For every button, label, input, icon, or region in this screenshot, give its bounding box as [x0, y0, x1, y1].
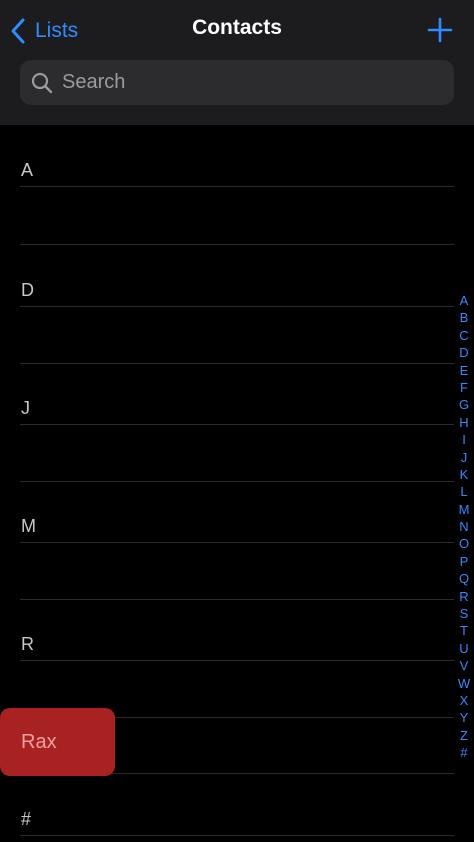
back-label: Lists [35, 19, 79, 42]
alphabet-index[interactable]: A B C D E F G H I J K L M N O P Q R S T … [452, 292, 474, 762]
section-letter: R [21, 634, 34, 654]
contact-row[interactable] [20, 425, 454, 482]
section-header-a: A [20, 125, 454, 187]
index-letter[interactable]: K [460, 466, 469, 483]
contact-row[interactable] [20, 543, 454, 600]
index-letter[interactable]: O [459, 535, 469, 552]
section-letter: D [21, 280, 34, 300]
contacts-screen: Lists Contacts A D J [0, 0, 474, 842]
index-letter[interactable]: I [462, 431, 466, 448]
index-letter[interactable]: H [459, 414, 468, 431]
search-icon [31, 72, 53, 93]
chevron-left-icon [11, 18, 25, 44]
index-letter[interactable]: G [459, 396, 469, 413]
section-header-r: R [20, 599, 454, 661]
contact-row[interactable] [20, 188, 454, 245]
navigation-header: Lists Contacts [0, 0, 474, 125]
index-letter[interactable]: U [459, 640, 468, 657]
index-letter[interactable]: Y [460, 709, 469, 726]
dragged-contact-tile[interactable]: Rax [0, 708, 115, 776]
index-letter[interactable]: F [460, 379, 468, 396]
section-header-d: D [20, 245, 454, 307]
contact-row[interactable] [20, 307, 454, 364]
index-letter[interactable]: D [459, 344, 468, 361]
index-letter[interactable]: A [460, 292, 469, 309]
index-letter[interactable]: C [459, 327, 468, 344]
section-letter: # [21, 809, 32, 829]
index-letter[interactable]: # [460, 744, 467, 761]
section-header-j: J [20, 363, 454, 425]
index-letter[interactable]: R [459, 588, 468, 605]
search-bar[interactable] [20, 60, 454, 105]
index-letter[interactable]: M [459, 501, 470, 518]
index-letter[interactable]: S [460, 605, 469, 622]
section-letter: M [21, 516, 36, 536]
index-letter[interactable]: T [460, 622, 468, 639]
index-letter[interactable]: L [460, 483, 467, 500]
back-button[interactable]: Lists [8, 14, 78, 48]
section-letter: J [21, 398, 30, 418]
section-letter: A [21, 160, 34, 180]
index-letter[interactable]: N [459, 518, 468, 535]
index-letter[interactable]: Q [459, 570, 469, 587]
index-letter[interactable]: W [458, 675, 470, 692]
index-letter[interactable]: P [460, 553, 469, 570]
add-contact-button[interactable] [426, 16, 454, 44]
section-header-m: M [20, 481, 454, 543]
search-input[interactable] [60, 70, 444, 95]
dragged-contact-name: Rax [21, 730, 57, 753]
index-letter[interactable]: X [460, 692, 469, 709]
index-letter[interactable]: J [461, 449, 468, 466]
index-letter[interactable]: E [460, 362, 469, 379]
section-header-hash: # [20, 775, 454, 836]
index-letter[interactable]: Z [460, 727, 468, 744]
index-letter[interactable]: V [460, 657, 469, 674]
index-letter[interactable]: B [460, 309, 469, 326]
plus-icon [427, 17, 453, 43]
